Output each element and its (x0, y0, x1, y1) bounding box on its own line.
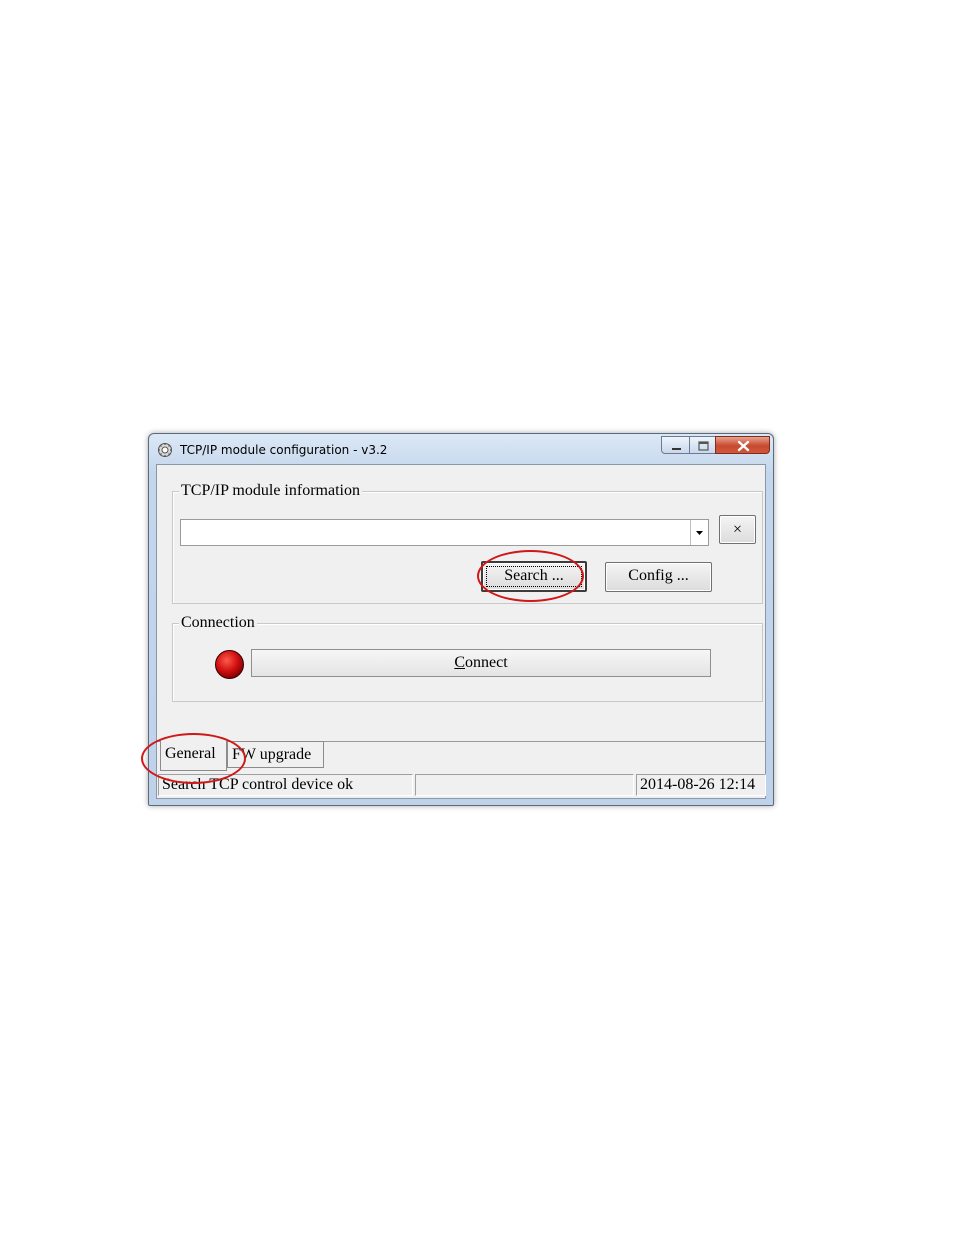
module-select-combo[interactable] (180, 519, 709, 546)
combo-dropdown-button[interactable] (690, 520, 708, 545)
status-message: Search TCP control device ok (158, 774, 413, 796)
connection-group-label: Connection (179, 614, 257, 632)
config-button[interactable]: Config ... (605, 562, 712, 592)
clear-button[interactable]: × (719, 515, 756, 544)
tab-bar: General FW upgrade (157, 740, 765, 771)
clear-icon: × (732, 521, 743, 538)
minimize-icon (672, 448, 681, 450)
title-bar[interactable]: TCP/IP module configuration - v3.2 (149, 434, 773, 464)
search-button[interactable]: Search ... (481, 561, 587, 592)
status-middle-pane (415, 774, 634, 796)
status-bar: Search TCP control device ok 2014-08-26 … (157, 772, 766, 797)
client-area: TCP/IP module information × Search ... C… (156, 464, 766, 799)
window-title: TCP/IP module configuration - v3.2 (180, 443, 388, 457)
tab-fw-upgrade[interactable]: FW upgrade (227, 741, 324, 768)
status-datetime: 2014-08-26 12:14 (636, 774, 766, 796)
tab-general[interactable]: General (160, 740, 227, 771)
module-info-group: TCP/IP module information × Search ... C… (172, 482, 763, 604)
connection-status-led (215, 650, 244, 679)
connection-group: Connection Connect (172, 614, 763, 702)
maximize-icon (698, 441, 709, 451)
chevron-down-icon (696, 531, 703, 535)
minimize-button[interactable] (661, 436, 690, 454)
maximize-button[interactable] (689, 436, 716, 454)
config-button-label: Config ... (628, 567, 689, 584)
close-icon (737, 440, 750, 452)
connect-button[interactable]: Connect (251, 649, 711, 677)
app-window: TCP/IP module configuration - v3.2 TCP/I… (148, 433, 774, 806)
close-button[interactable] (715, 436, 770, 454)
gear-icon (157, 442, 173, 458)
module-info-group-label: TCP/IP module information (179, 482, 362, 500)
